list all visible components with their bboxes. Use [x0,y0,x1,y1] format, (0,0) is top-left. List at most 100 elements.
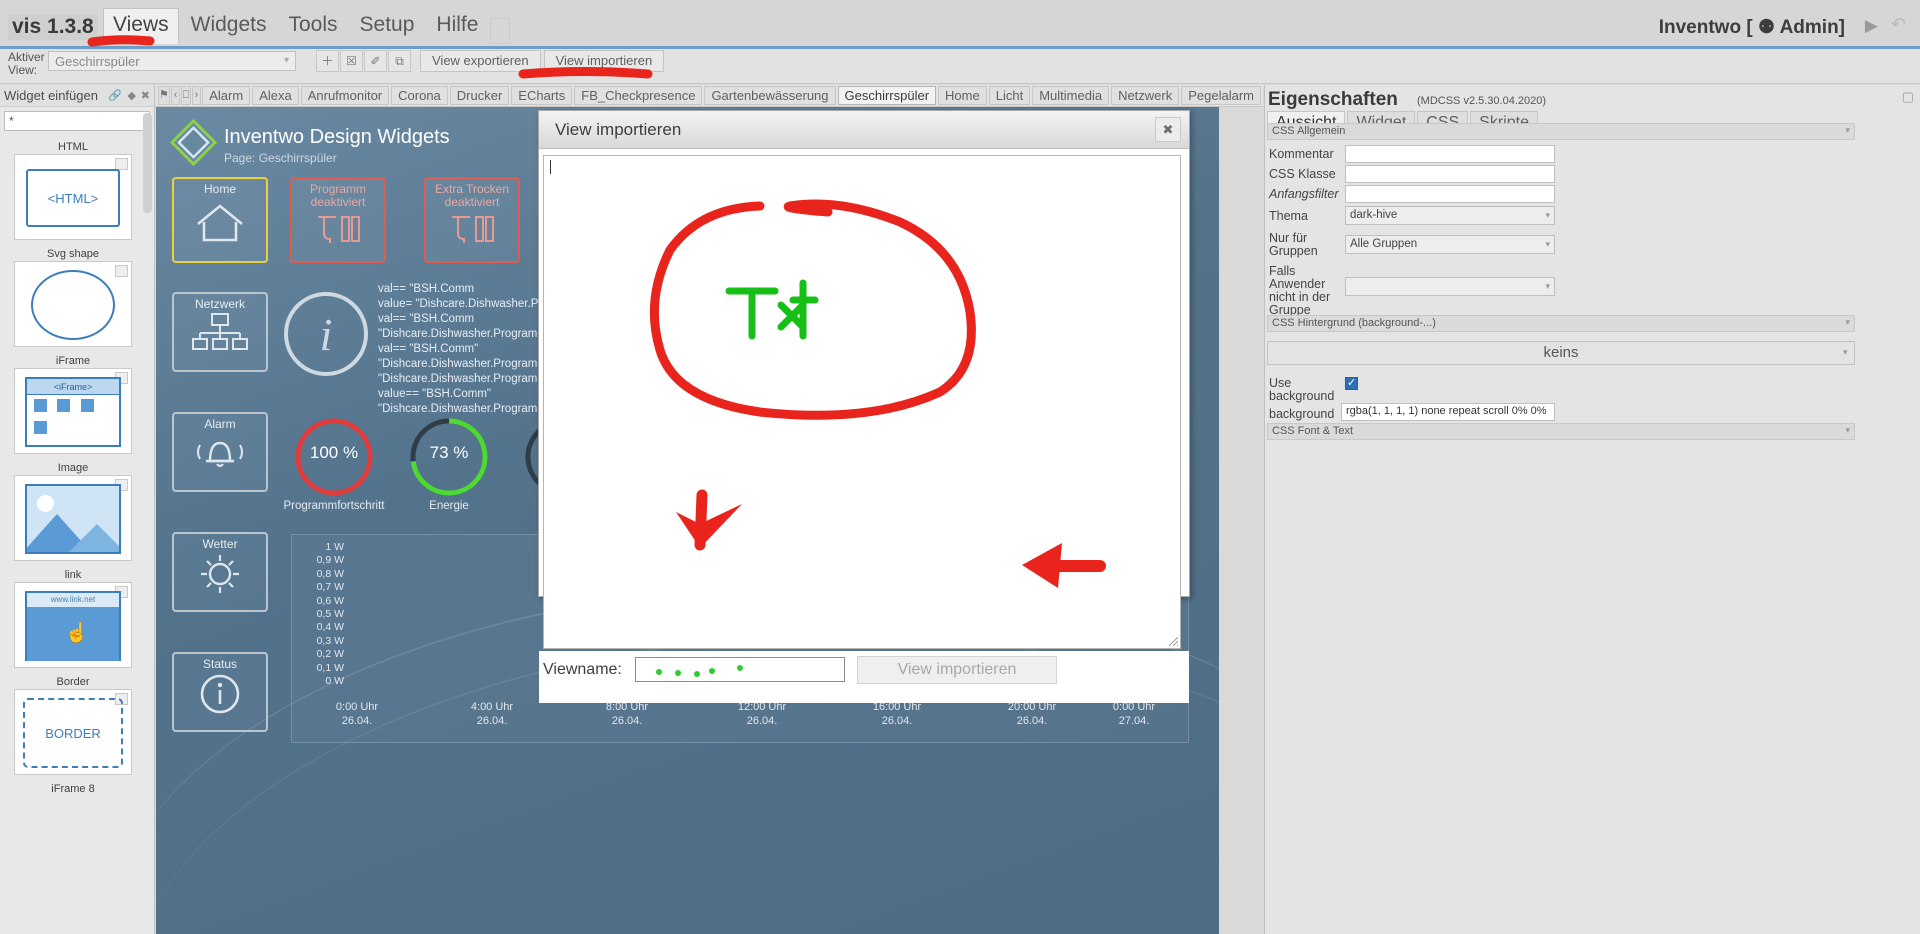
y-tick-label: 0,6 W [316,594,344,607]
view-tab-geschirrspueler[interactable]: Geschirrspüler [837,86,937,105]
view-tab-corona[interactable]: Corona [391,86,448,105]
next-icon[interactable]: › [191,86,202,105]
widget-filter-input[interactable]: * [4,111,150,131]
tile-wetter[interactable]: Wetter [172,532,268,612]
image-preview-icon [25,484,121,554]
app-brand: vis 1.3.8 [8,14,98,40]
kommentar-input[interactable] [1345,145,1555,163]
view-import-button[interactable]: View importieren [543,50,665,72]
html-tag-icon: <HTML> [26,169,120,227]
section-css-font-text[interactable]: CSS Font & Text ▾ [1267,423,1855,440]
view-tab-alarm[interactable]: Alarm [202,86,251,105]
pin-icon[interactable] [115,265,128,277]
widget-card-iframe8[interactable]: iFrame 8 [14,783,132,795]
section-css-allgemein[interactable]: CSS Allgemein ▾ [1267,123,1855,140]
viewname-input[interactable] [635,657,845,682]
view-export-button[interactable]: View exportieren [420,50,541,72]
widget-card-svg-shape[interactable]: Svg shape [14,248,132,347]
tile-status[interactable]: Status [172,652,268,732]
use-background-checkbox[interactable] [1345,376,1358,390]
state-value-list: val== "BSH.Comm value= "Dishcare.Dishwas… [378,282,559,417]
sidebar-header: Widget einfügen 🔗 ◆ ✖ [0,85,154,107]
dishwasher-icon [318,216,360,243]
prev-icon[interactable]: ‹ [170,86,181,105]
gauge-caption: Programmfortschritt [283,500,385,512]
menu-item-hilfe[interactable]: Hilfe [426,8,489,44]
widget-card-title: iFrame [55,355,91,367]
menu-item-views[interactable]: Views [103,8,179,44]
iframe-block-icon [80,399,94,412]
gauge-caption: Energie [429,500,469,512]
dialog-import-button[interactable]: View importieren [857,656,1057,684]
state-value: value= "Dishcare.Dishwasher.Progr [378,298,559,310]
view-tab-pegelalarm[interactable]: Pegelalarm [1181,86,1262,105]
widget-card-image[interactable]: Image [14,462,132,561]
widget-card-preview: www.link.net ☝ [14,582,132,668]
gruppen-select[interactable]: Alle Gruppen ▾ [1345,235,1555,254]
menu-item-tools[interactable]: Tools [278,8,348,44]
tile-extra-trocken[interactable]: Extra Trocken deaktiviert [424,177,520,263]
view-tab-drucker[interactable]: Drucker [449,86,510,105]
close-icon[interactable]: ✖ [1155,117,1181,142]
rename-view-button[interactable]: ✐ [364,50,387,72]
view-icon-buttons: ＋ ☒ ✐ ⧉ [316,50,412,72]
add-view-button[interactable]: ＋ [316,50,339,72]
state-value: "Dishcare.Dishwasher.Program.A [378,328,549,340]
tile-netzwerk[interactable]: Netzwerk [172,292,268,372]
css-klasse-input[interactable] [1345,165,1555,183]
tile-programm[interactable]: Programm deaktiviert [290,177,386,263]
view-json-textarea[interactable] [543,155,1181,649]
y-tick-label: 0,7 W [316,581,344,594]
menu-extra-slot [490,18,511,44]
main-menu: Views Widgets Tools Setup Hilfe [103,8,511,44]
widget-card-iframe[interactable]: iFrame <iFrame> [14,355,132,454]
view-tab-home[interactable]: Home [938,86,987,105]
menu-item-widgets[interactable]: Widgets [180,8,277,44]
falls-anwender-select[interactable]: ▾ [1345,277,1555,296]
view-tab-licht[interactable]: Licht [988,86,1031,105]
inventwo-logo-icon [170,119,217,166]
collapse-icon[interactable]: ▢ [1902,89,1914,105]
anfangsfilter-input[interactable] [1345,185,1555,203]
view-tab-anrufmonitor[interactable]: Anrufmonitor [300,86,390,105]
tile-alarm[interactable]: Alarm [172,412,268,492]
link-icon[interactable]: 🔗 [108,89,122,102]
tile-label: Netzwerk [194,297,245,311]
network-icon [192,313,248,350]
thema-select[interactable]: dark-hive ▾ [1345,206,1555,225]
menu-item-setup[interactable]: Setup [349,8,425,44]
tag-icon[interactable]: ⚑ [158,86,170,105]
info-icon [200,674,240,714]
widget-card-link[interactable]: link www.link.net ☝ [14,569,132,668]
view-tab-gartenbewaesserung[interactable]: Gartenbewässerung [704,86,836,105]
pin-icon[interactable]: ◆ [128,89,136,102]
delete-view-button[interactable]: ☒ [340,50,363,72]
gruppen-select-value: Alle Gruppen [1350,238,1418,250]
view-tab-alexa[interactable]: Alexa [252,86,299,105]
view-tab-multimedia[interactable]: Multimedia [1032,86,1110,105]
widget-card-border[interactable]: Border BORDER [14,676,132,775]
active-view-select[interactable]: Geschirrspüler ▾ [48,51,296,71]
background-value-input[interactable]: rgba(1, 1, 1, 1) none repeat scroll 0% 0… [1341,403,1555,421]
bell-icon [197,441,243,468]
view-io-buttons: View exportieren View importieren [420,50,667,72]
view-tab-netzwerk[interactable]: Netzwerk [1111,86,1180,105]
trash-icon[interactable]: ⎕ [181,86,191,105]
section-css-hintergrund[interactable]: CSS Hintergrund (background-...) ▾ [1267,315,1855,332]
row-label-text: Nur für Gruppen [1269,231,1318,258]
copy-view-button[interactable]: ⧉ [388,50,411,72]
widget-card-html[interactable]: HTML <HTML> [14,141,132,240]
view-tab-echarts[interactable]: ECharts [511,86,573,105]
chevron-down-icon: ▾ [283,55,289,66]
view-tab-fb-checkpresence[interactable]: FB_Checkpresence [574,86,703,105]
user-label: Inventwo [ ⚉ Admin] [1658,17,1845,38]
gauge-value: 100 % [309,443,359,462]
resize-handle-icon[interactable] [1169,637,1178,646]
tile-home[interactable]: Home [172,177,268,263]
background-none-button[interactable]: keins [1267,341,1855,365]
undo-icon[interactable]: ↶ [1891,14,1906,35]
close-icon[interactable]: ✖ [141,89,150,102]
widget-card-preview: BORDER [14,689,132,775]
state-value: "Dishcare.Dishwasher.Program.Ed [378,358,555,370]
play-icon[interactable]: ▶ [1865,16,1878,36]
